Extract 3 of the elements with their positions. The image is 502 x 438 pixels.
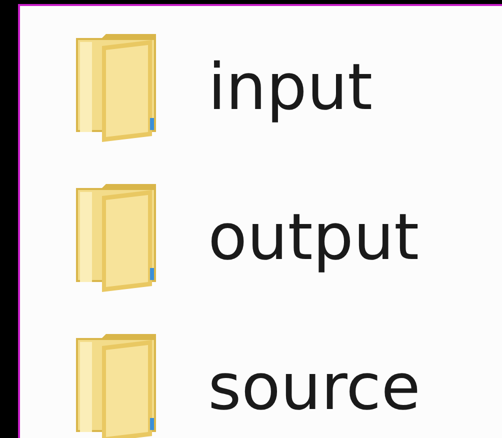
folder-name[interactable]: input	[208, 56, 373, 120]
folder-name[interactable]: source	[208, 356, 421, 420]
folder-name[interactable]: output	[208, 206, 420, 270]
